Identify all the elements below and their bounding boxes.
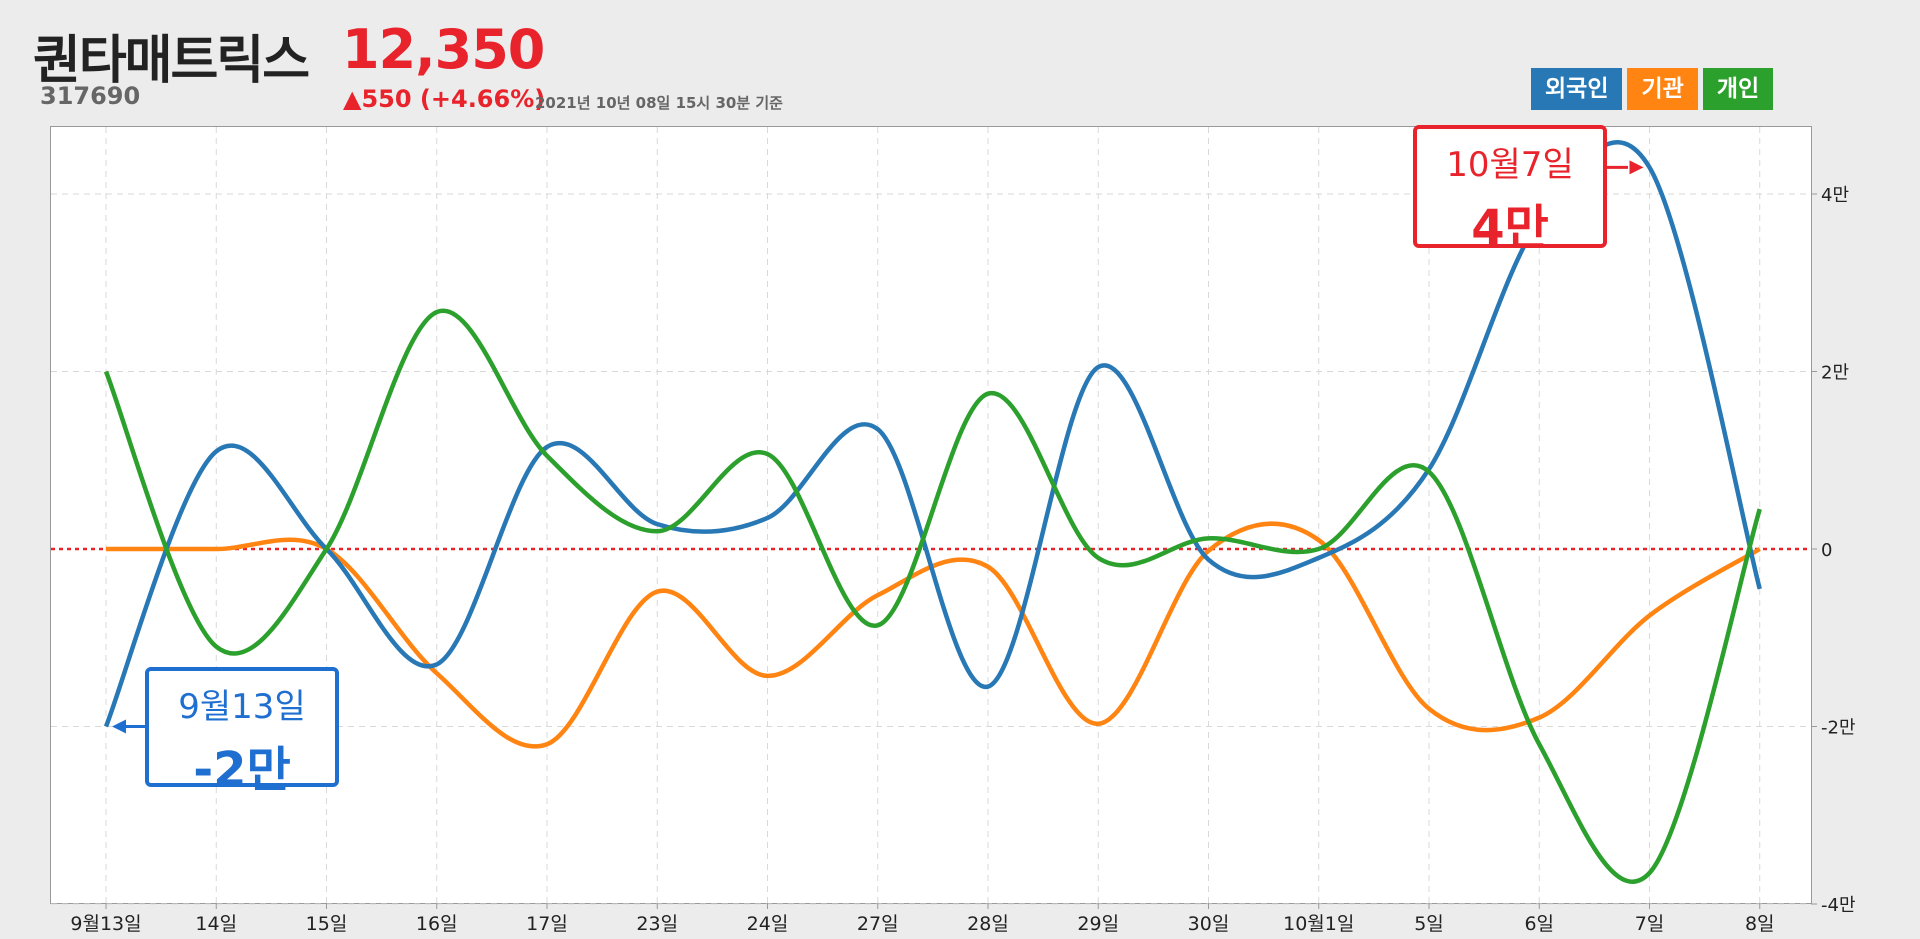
x-tick-label: 30일 — [1188, 913, 1230, 935]
max-callout-date: 10월7일 — [1446, 145, 1574, 185]
x-tick-label: 24일 — [747, 913, 789, 935]
x-tick-label: 7일 — [1635, 913, 1665, 935]
max-callout-value: 4만 — [1471, 200, 1549, 256]
x-tick-label: 9월13일 — [70, 913, 141, 935]
y-tick-label: 2만 — [1821, 363, 1849, 384]
min-callout-arrow-head — [112, 719, 126, 734]
series-line-institution — [106, 521, 1761, 749]
series-line-individual — [103, 308, 1762, 884]
x-tick-label: 15일 — [306, 913, 348, 935]
x-tick-label: 5일 — [1414, 913, 1444, 935]
y-tick-label: 4만 — [1821, 185, 1849, 206]
min-callout-value: -2만 — [193, 742, 291, 798]
max-callout-arrow-head — [1629, 160, 1644, 175]
x-tick-label: 27일 — [857, 913, 899, 935]
x-tick-label: 28일 — [967, 913, 1009, 935]
x-tick-label: 14일 — [195, 913, 237, 935]
x-tick-label: 29일 — [1077, 913, 1119, 935]
x-tick-label: 6일 — [1524, 913, 1554, 935]
min-callout: 9월13일 -2만 — [145, 667, 339, 798]
max-callout: 10월7일 4만 — [1413, 125, 1607, 256]
y-tick-label: 0 — [1821, 540, 1832, 561]
x-tick-label: 10월1일 — [1283, 913, 1354, 935]
min-callout-date: 9월13일 — [178, 687, 306, 727]
x-tick-label: 17일 — [526, 913, 568, 935]
x-tick-label: 8일 — [1745, 913, 1775, 935]
x-tick-label: 23일 — [636, 913, 678, 935]
y-tick-label: -2만 — [1821, 718, 1856, 739]
x-tick-label: 16일 — [416, 913, 458, 935]
y-tick-label: -4만 — [1821, 895, 1856, 916]
